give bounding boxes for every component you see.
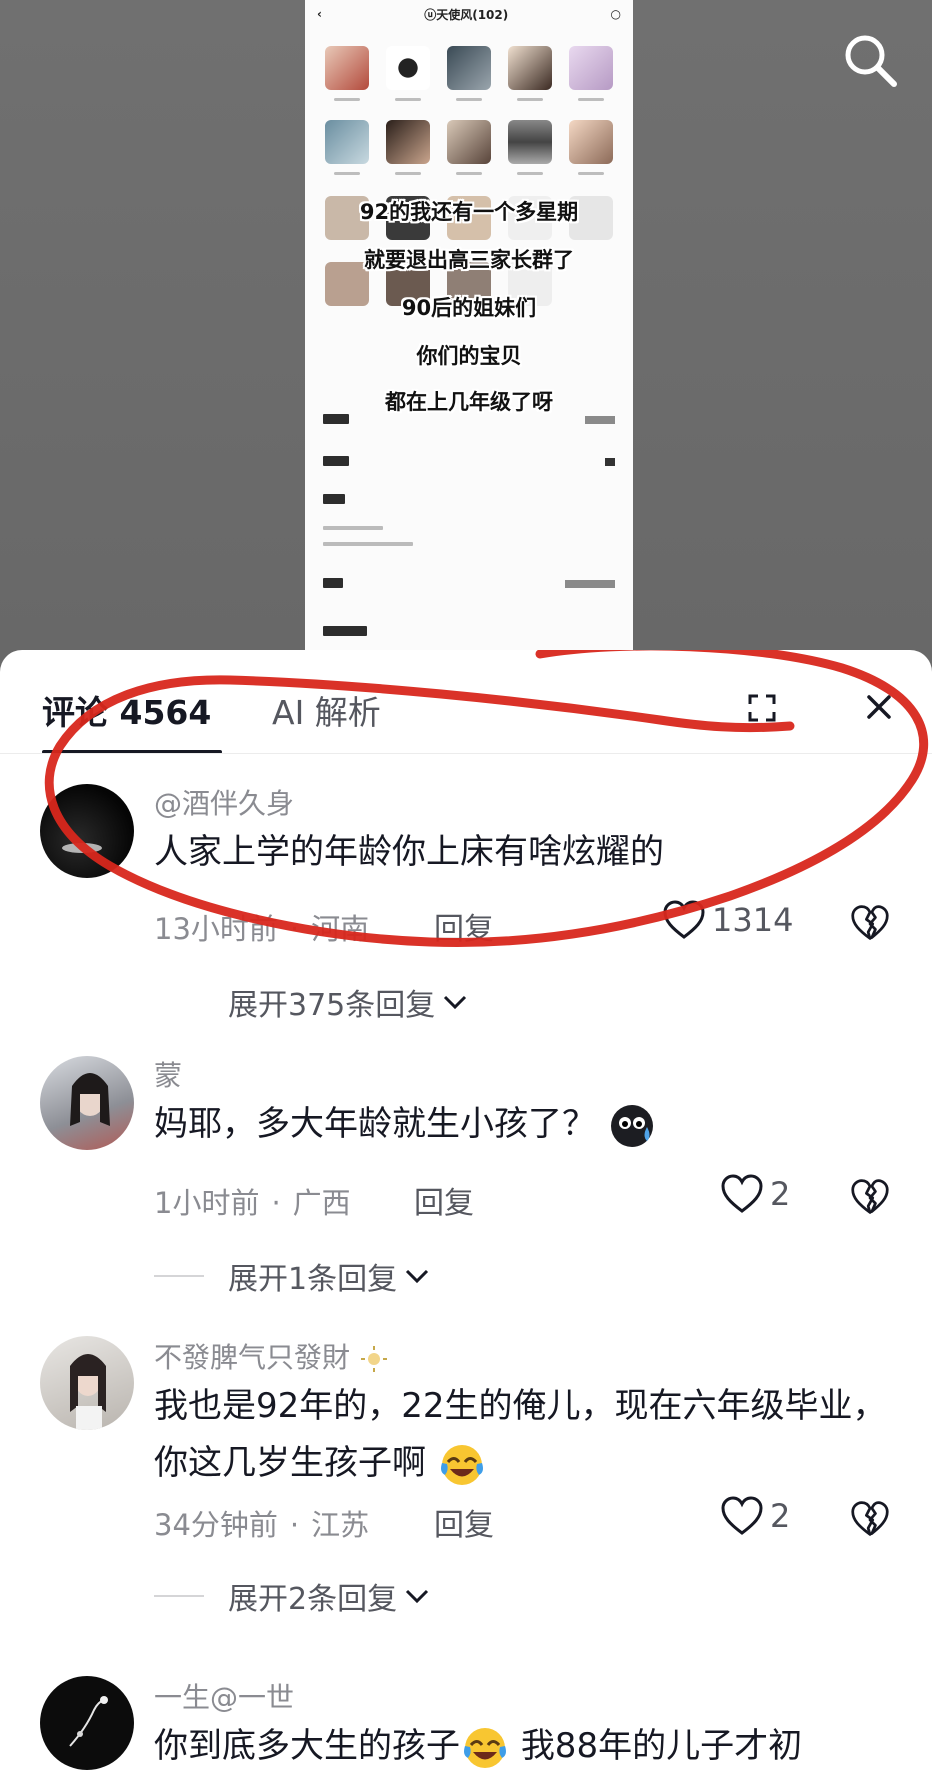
avatar[interactable] [40,1676,134,1770]
phone-chat-header: ‹ ⓤ天使风(102) ○ [305,0,633,28]
avatar[interactable] [40,784,134,878]
dislike-button[interactable] [850,904,890,946]
overlay-line-1: 92的我还有一个多星期 [359,200,579,224]
avatar[interactable] [40,1336,134,1430]
reply-button[interactable]: 回复 [434,904,494,948]
like-button[interactable]: 1314 [662,900,793,940]
comment-text-body: 你到底多大生的孩子 [154,1726,460,1766]
avatar[interactable] [40,1056,134,1150]
heart-icon [721,1496,763,1535]
comment-text: 妈耶，多大年龄就生小孩了？ [154,1096,914,1153]
overlay-line-3: 90后的姐妹们 [401,296,537,320]
comment-username[interactable]: 不發脾气只發財 [154,1336,389,1376]
overlay-line-5: 都在上几年级了呀 [385,390,553,414]
comment-username[interactable]: @酒伴久身 [154,782,294,822]
like-count: 1314 [712,901,794,939]
comment-time: 34分钟前 [154,1508,278,1542]
comment-meta: 34分钟前 · 江苏 [154,1508,370,1542]
phone-search-icon: ○ [610,7,621,21]
like-button[interactable]: 2 [720,1496,790,1536]
phone-setting-row [323,456,615,466]
overlay-line-2: 就要退出高三家长群了 [364,248,574,272]
close-icon[interactable] [860,688,898,726]
comment-text: 人家上学的年龄你上床有啥炫耀的 [154,832,664,872]
comment-meta: 13小时前 · 河南 [154,912,370,946]
expand-replies-button[interactable]: 展开1条回复 [154,1254,431,1298]
expand-replies-label: 展开375条回复 [228,988,436,1023]
comment-location: 广西 [292,1186,351,1220]
reply-divider [154,1001,204,1003]
heart-icon [663,900,705,939]
comment-location: 江苏 [311,1508,370,1542]
like-count: 2 [770,1497,791,1535]
chevron-down-icon [406,1589,429,1604]
broken-heart-icon [851,1179,889,1214]
reply-divider [154,1275,204,1277]
reply-button[interactable]: 回复 [414,1178,474,1222]
tab-comments[interactable]: 评论 4564 [42,686,211,734]
broken-heart-icon [851,905,889,940]
fullscreen-icon[interactable] [744,690,780,726]
expand-replies-button[interactable]: 展开375条回复 [154,980,469,1024]
back-arrow-icon: ‹ [317,7,322,21]
phone-setting-row [323,578,615,588]
member-grid-row-2 [323,120,615,175]
crying-laughing-emoji-icon [464,1727,506,1768]
comment-time: 13小时前 [154,912,278,946]
phone-setting-row [323,526,615,530]
search-icon[interactable] [838,28,902,92]
video-screenshot: ‹ ⓤ天使风(102) ○ 92的我还有一个多星期 就要退出高三家长群了 90后… [305,0,633,660]
phone-chat-title: ⓤ天使风(102) [424,7,509,22]
broken-heart-icon [851,1501,889,1536]
video-background[interactable]: ‹ ⓤ天使风(102) ○ 92的我还有一个多星期 就要退出高三家长群了 90后… [0,0,932,660]
expand-replies-label: 展开2条回复 [228,1582,398,1617]
comment-location: 河南 [311,912,370,946]
comment-text: 我也是92年的，22生的俺儿，现在六年级毕业，你这几岁生孩子啊 [154,1378,914,1492]
sweat-face-emoji-icon [610,1104,653,1147]
dislike-button[interactable] [850,1500,890,1542]
reply-divider [154,1595,204,1597]
chevron-down-icon [406,1269,429,1284]
comment-tabs: 评论 4564 AI 解析 [0,650,932,754]
like-count: 2 [770,1175,791,1213]
tab-ai-analysis[interactable]: AI 解析 [272,686,381,734]
comment-time: 1小时前 [154,1186,260,1220]
comment-username[interactable]: 一生@一世 [154,1676,294,1716]
like-button[interactable]: 2 [720,1174,790,1214]
comment-text-body: 我也是92年的，22生的俺儿，现在六年级毕业，你这几岁生孩子啊 [154,1386,887,1483]
comment-text-body: 妈耶，多大年龄就生小孩了？ [154,1104,596,1144]
phone-setting-row [323,414,615,424]
comment-username-text: 不發脾气只發財 [154,1341,351,1374]
dislike-button[interactable] [850,1178,890,1220]
phone-setting-row [323,626,615,636]
overlay-line-4: 你们的宝贝 [416,344,522,368]
phone-setting-row [323,494,615,504]
reply-button[interactable]: 回复 [434,1500,494,1544]
comment-text: 你到底多大生的孩子 我88年的儿子才初 [154,1718,914,1775]
heart-icon [721,1174,763,1213]
crying-laughing-emoji-icon [440,1444,483,1485]
comment-username[interactable]: 蒙 [154,1054,182,1094]
expand-replies-label: 展开1条回复 [228,1262,398,1297]
sun-sticker-icon [360,1346,387,1372]
member-grid-row-1 [323,46,615,101]
comment-panel: 评论 4564 AI 解析 @酒伴久身 人家上学的年龄你上床有啥炫耀的 13小时… [0,650,932,1780]
chevron-down-icon [444,995,467,1010]
expand-replies-button[interactable]: 展开2条回复 [154,1574,431,1618]
comment-text-body-continued: 我88年的儿子才初 [520,1726,803,1766]
tabs-divider [0,753,932,754]
phone-setting-row [323,542,615,546]
comment-meta: 1小时前 · 广西 [154,1186,351,1220]
